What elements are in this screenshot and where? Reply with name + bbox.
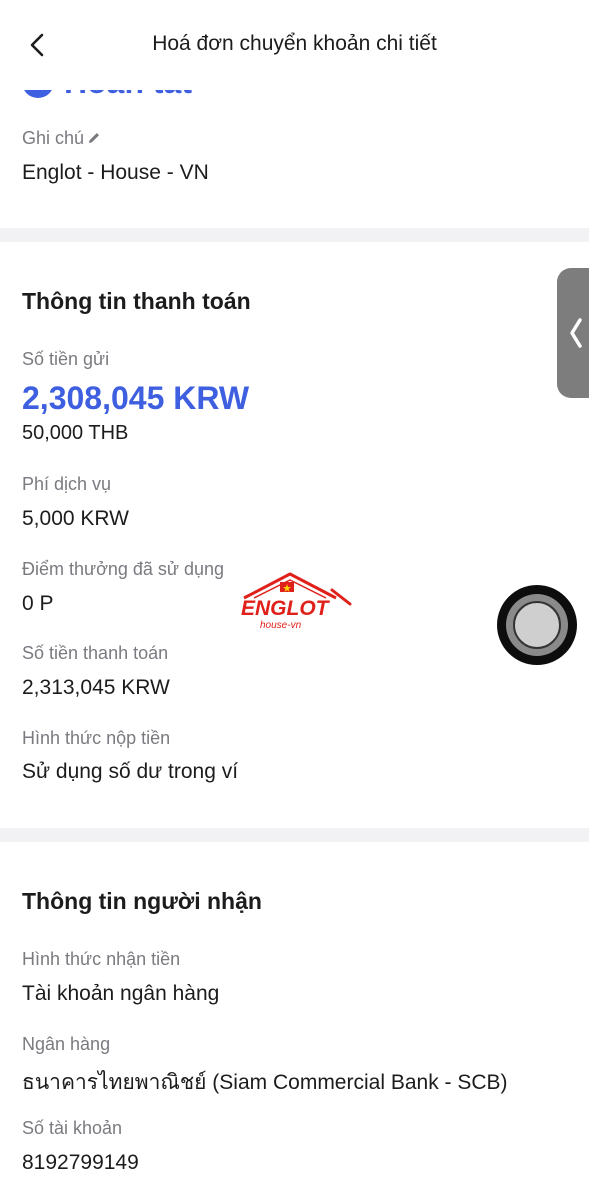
bank-label: Ngân hàng xyxy=(22,1034,111,1054)
page-title: Hoá đơn chuyển khoản chi tiết xyxy=(152,32,437,55)
assistive-touch-center xyxy=(513,601,561,649)
bank-value: ธนาคารไทยพาณิชย์ (Siam Commercial Bank -… xyxy=(22,1071,508,1094)
account-label: Số tài khoản xyxy=(22,1118,123,1138)
fee-label: Phí dịch vụ xyxy=(22,474,112,494)
englot-logo-watermark: ENGLOT house-vn xyxy=(241,572,352,631)
deposit-converted: 50,000 THB xyxy=(22,422,129,444)
watermark-brand: ENGLOT xyxy=(241,597,331,620)
recipient-section-title: Thông tin người nhận xyxy=(22,888,262,914)
method-label: Hình thức nộp tiền xyxy=(22,728,171,748)
points-label: Điểm thưởng đã sử dụng xyxy=(22,559,225,579)
side-panel-tab[interactable] xyxy=(557,268,589,398)
watermark-sub: house-vn xyxy=(260,620,302,631)
deposit-label: Số tiền gửi xyxy=(22,349,110,369)
method-value: Sử dụng số dư trong ví xyxy=(22,760,239,783)
payment-section-title: Thông tin thanh toán xyxy=(22,288,251,314)
chevron-left-icon xyxy=(570,318,582,348)
note-value: Englot - House - VN xyxy=(22,161,209,184)
section-divider xyxy=(0,228,589,242)
receive-method-label: Hình thức nhận tiền xyxy=(22,949,181,969)
fee-value: 5,000 KRW xyxy=(22,507,129,530)
deposit-amount: 2,308,045 KRW xyxy=(22,380,250,416)
note-label[interactable]: Ghi chú xyxy=(22,128,101,149)
assistive-touch-button[interactable] xyxy=(497,585,577,665)
account-value: 8192799149 xyxy=(22,1151,139,1174)
total-label: Số tiền thanh toán xyxy=(22,643,169,663)
total-value: 2,313,045 KRW xyxy=(22,676,170,699)
top-bar: Hoá đơn chuyển khoản chi tiết xyxy=(0,0,589,90)
points-value: 0 P xyxy=(22,592,54,615)
section-divider xyxy=(0,828,589,842)
note-label-text: Ghi chú xyxy=(22,128,85,148)
pencil-icon[interactable] xyxy=(87,131,101,145)
receive-method-value: Tài khoản ngân hàng xyxy=(22,982,220,1005)
